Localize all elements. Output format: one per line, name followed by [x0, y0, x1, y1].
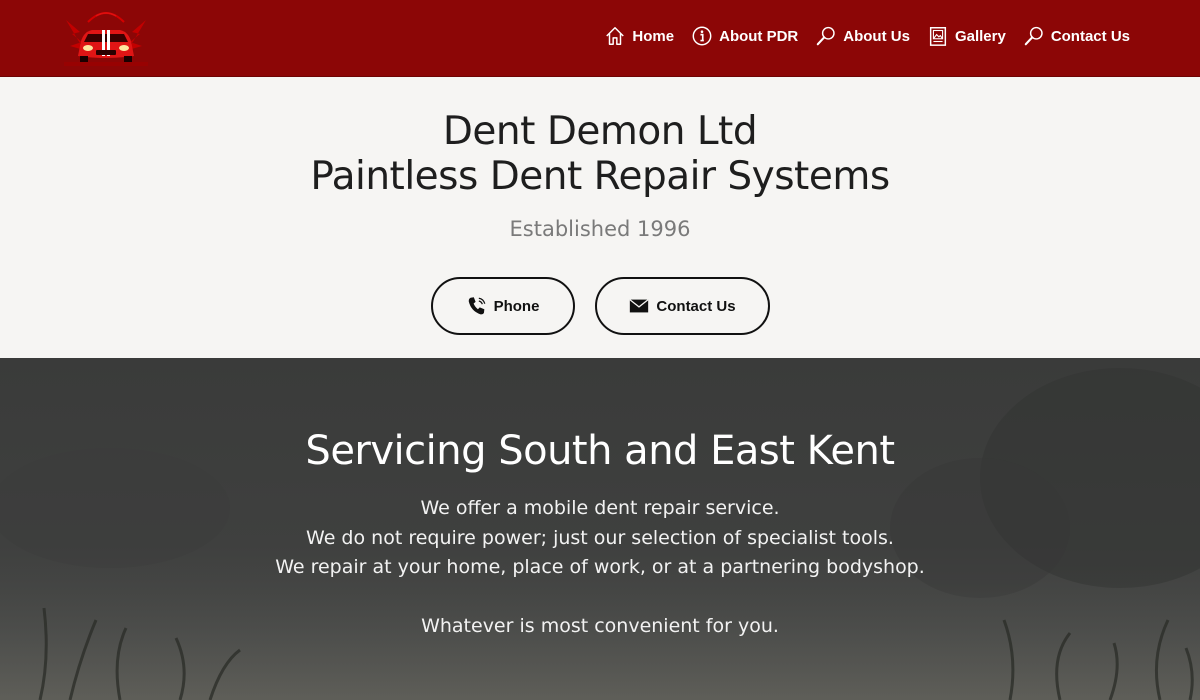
- nav-item-label: Home: [632, 27, 675, 45]
- contact-us-button[interactable]: Contact Us: [594, 277, 770, 335]
- envelope-icon: [628, 295, 650, 317]
- hero-title-line: Paintless Dent Repair Systems: [310, 154, 890, 199]
- phone-icon: [466, 295, 488, 317]
- service-line: We do not require power; just our select…: [306, 526, 894, 549]
- service-title: Servicing South and East Kent: [305, 428, 895, 474]
- info-icon: [691, 24, 713, 48]
- phone-button-label: Phone: [493, 297, 540, 315]
- nav-item-home[interactable]: Home: [604, 24, 674, 48]
- nav-menu: Home About PDR About Us Gallery Contact …: [604, 20, 1130, 52]
- nav-item-label: About PDR: [719, 27, 799, 45]
- gallery-icon: [927, 24, 949, 48]
- hero-buttons: Phone Contact Us: [0, 277, 1200, 335]
- service-description: We offer a mobile dent repair service. W…: [0, 494, 1200, 641]
- magnifier-icon: [1023, 24, 1045, 48]
- nav-item-label: Gallery: [954, 27, 1006, 45]
- site-logo[interactable]: [58, 6, 154, 70]
- contact-us-button-label: Contact Us: [656, 297, 736, 315]
- service-section: Servicing South and East Kent We offer a…: [0, 358, 1200, 700]
- top-navbar: Home About PDR About Us Gallery Contact …: [0, 0, 1200, 77]
- hero-title-line: Dent Demon Ltd: [442, 109, 758, 154]
- demon-car-logo-icon: [64, 12, 148, 66]
- nav-item-label: About Us: [843, 27, 910, 45]
- service-line: We repair at your home, place of work, o…: [275, 556, 925, 578]
- nav-item-label: Contact Us: [1050, 27, 1130, 45]
- magnifier-icon: [815, 24, 837, 48]
- service-line: We offer a mobile dent repair service.: [420, 497, 780, 519]
- hero-title: Dent Demon Ltd Paintless Dent Repair Sys…: [0, 77, 1200, 199]
- phone-button[interactable]: Phone: [430, 277, 575, 335]
- nav-item-gallery[interactable]: Gallery: [927, 24, 1006, 48]
- home-icon: [604, 24, 626, 48]
- nav-item-about-pdr[interactable]: About PDR: [691, 24, 798, 48]
- nav-item-about-us[interactable]: About Us: [815, 24, 910, 48]
- established-subtitle: Established 1996: [509, 217, 691, 241]
- hero-section: Dent Demon Ltd Paintless Dent Repair Sys…: [0, 77, 1200, 358]
- service-closing-line: Whatever is most convenient for you.: [421, 614, 779, 637]
- nav-item-contact-us[interactable]: Contact Us: [1023, 24, 1130, 48]
